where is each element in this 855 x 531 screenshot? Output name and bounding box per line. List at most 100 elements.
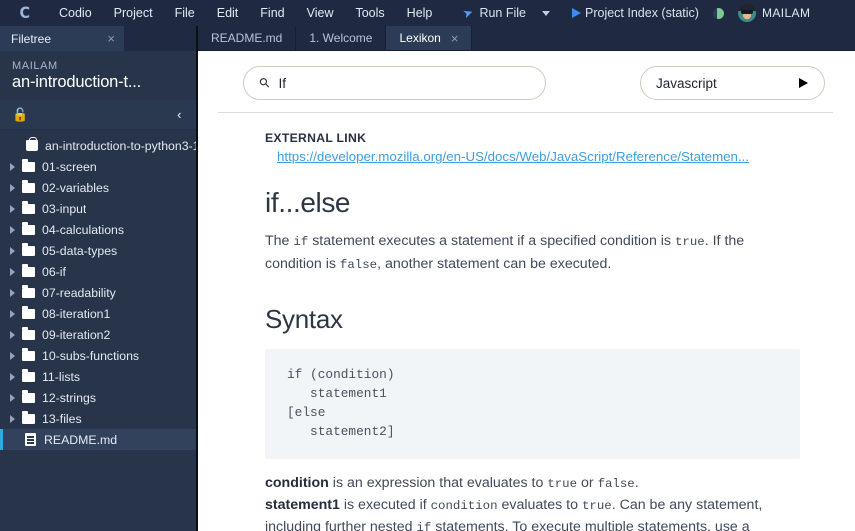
tree-item[interactable]: 10-subs-functions xyxy=(0,345,196,366)
definition-term-condition: condition xyxy=(265,475,329,491)
external-link-url[interactable]: https://developer.mozilla.org/en-US/docs… xyxy=(277,149,815,164)
inline-code-condition: condition xyxy=(430,499,498,513)
folder-icon xyxy=(22,305,35,319)
chevron-right-icon[interactable] xyxy=(10,372,15,381)
language-select-value: Javascript xyxy=(656,75,717,91)
close-icon[interactable]: × xyxy=(451,32,459,45)
run-file-label: Run File xyxy=(479,6,526,20)
tree-item-label: 05-data-types xyxy=(42,243,118,258)
tree-item[interactable]: 09-iteration2 xyxy=(0,324,196,345)
codio-logo[interactable]: C xyxy=(0,5,48,21)
chevron-right-icon[interactable] xyxy=(10,309,15,318)
chevron-right-icon[interactable] xyxy=(10,225,15,234)
chevron-down-icon[interactable] xyxy=(542,10,550,16)
play-right-icon xyxy=(799,78,808,88)
search-input[interactable]: ⚲ If xyxy=(243,66,546,100)
play-icon[interactable] xyxy=(572,8,581,18)
unlock-icon[interactable]: 🔓 xyxy=(12,108,28,121)
folder-icon xyxy=(22,242,35,256)
markdown-file-icon xyxy=(25,433,36,446)
menu-item-tools[interactable]: Tools xyxy=(344,0,395,26)
rocket-icon: ➤ xyxy=(461,4,476,22)
search-input-value: If xyxy=(278,75,287,91)
search-icon: ⚲ xyxy=(255,73,274,92)
menu-bar: C Codio Project File Edit Find View Tool… xyxy=(0,0,855,26)
tree-item-label: 02-variables xyxy=(42,180,109,195)
menu-item-find[interactable]: Find xyxy=(249,0,295,26)
project-actions-bar: 🔓 ‹ xyxy=(0,100,196,130)
tree-item[interactable]: 03-input xyxy=(0,198,196,219)
tree-item[interactable]: README.md xyxy=(0,429,196,450)
tree-item[interactable]: an-introduction-to-python3-1 (r xyxy=(0,135,196,156)
def2-text-2: evaluates to xyxy=(497,497,582,513)
menu-item-help[interactable]: Help xyxy=(396,0,444,26)
tree-item[interactable]: 01-screen xyxy=(0,156,196,177)
folder-icon xyxy=(22,284,35,298)
menu-item-edit[interactable]: Edit xyxy=(206,0,250,26)
chevron-right-icon[interactable] xyxy=(10,330,15,339)
tree-item[interactable]: 02-variables xyxy=(0,177,196,198)
codio-app-window: C Codio Project File Edit Find View Tool… xyxy=(0,0,855,531)
share-icon[interactable]: ‹ xyxy=(177,108,184,121)
workspace: Filetree × MAILAM an-introduction-t... 🔓… xyxy=(0,26,855,531)
chevron-right-icon[interactable] xyxy=(10,351,15,360)
syntax-code-block: if (condition) statement1 [else statemen… xyxy=(265,349,800,459)
editor-tab[interactable]: README.md xyxy=(198,26,297,50)
language-select[interactable]: Javascript xyxy=(640,66,825,100)
tree-item[interactable]: 06-if xyxy=(0,261,196,282)
chevron-right-icon[interactable] xyxy=(10,204,15,213)
menu-item-file[interactable]: File xyxy=(164,0,206,26)
chevron-right-icon[interactable] xyxy=(10,183,15,192)
chevron-right-icon[interactable] xyxy=(10,162,15,171)
tree-item[interactable]: 07-readability xyxy=(0,282,196,303)
tree-item[interactable]: 05-data-types xyxy=(0,240,196,261)
chevron-right-icon[interactable] xyxy=(10,246,15,255)
tree-item[interactable]: 11-lists xyxy=(0,366,196,387)
menu-item-codio[interactable]: Codio xyxy=(48,0,103,26)
intro-text-2: statement executes a statement if a spec… xyxy=(308,233,675,249)
status-indicator-icon[interactable] xyxy=(712,7,724,19)
filetree-tabstrip: Filetree × xyxy=(0,26,196,51)
tree-item-label: 12-strings xyxy=(42,390,96,405)
editor-tab[interactable]: Lexikon × xyxy=(386,26,473,50)
file-tree[interactable]: an-introduction-to-python3-1 (r 01-screen… xyxy=(0,130,196,531)
def1-text-3: . xyxy=(634,475,639,491)
project-index-button[interactable]: Project Index (static) xyxy=(581,6,703,20)
user-name-label[interactable]: MAILAM xyxy=(762,6,820,20)
tab-filetree[interactable]: Filetree × xyxy=(0,26,124,51)
project-title: an-introduction-t... xyxy=(12,73,141,91)
lexikon-article: EXTERNAL LINK https://developer.mozilla.… xyxy=(198,113,855,531)
avatar[interactable] xyxy=(737,4,756,22)
def2-text-1: is executed if xyxy=(339,497,431,513)
tree-item-label: 03-input xyxy=(42,201,87,216)
editor-tab[interactable]: 1. Welcome xyxy=(296,26,387,50)
tree-item-label: 04-calculations xyxy=(42,222,125,237)
intro-text-1: The xyxy=(265,233,294,249)
menu-item-view[interactable]: View xyxy=(296,0,345,26)
tree-item-label: 13-files xyxy=(42,411,82,426)
tree-item-label: 08-iteration1 xyxy=(42,306,111,321)
definition-term-statement1: statement1 xyxy=(265,497,340,513)
project-org-label: MAILAM xyxy=(12,60,58,72)
inline-code-true-3: true xyxy=(581,499,612,513)
project-header: MAILAM an-introduction-t... xyxy=(0,51,196,100)
tabstrip-filler xyxy=(472,26,855,50)
chevron-right-icon[interactable] xyxy=(10,393,15,402)
folder-icon xyxy=(22,221,35,235)
editor-tabstrip[interactable]: README.md 1. Welcome Lexikon × xyxy=(198,26,855,51)
tree-item[interactable]: 13-files xyxy=(0,408,196,429)
inline-code-true: true xyxy=(674,235,705,249)
tree-item-label: 01-screen xyxy=(42,159,97,174)
close-icon[interactable]: × xyxy=(107,32,115,45)
menu-item-project[interactable]: Project xyxy=(103,0,164,26)
folder-icon xyxy=(22,347,35,361)
tree-item[interactable]: 08-iteration1 xyxy=(0,303,196,324)
chevron-right-icon[interactable] xyxy=(10,288,15,297)
tree-item[interactable]: 04-calculations xyxy=(0,219,196,240)
chevron-right-icon[interactable] xyxy=(10,267,15,276)
chevron-right-icon[interactable] xyxy=(10,414,15,423)
tree-item-label: 06-if xyxy=(42,264,66,279)
sidebar-filetree-panel: Filetree × MAILAM an-introduction-t... 🔓… xyxy=(0,26,198,531)
run-file-button[interactable]: ➤ Run File xyxy=(459,4,530,22)
tree-item[interactable]: 12-strings xyxy=(0,387,196,408)
